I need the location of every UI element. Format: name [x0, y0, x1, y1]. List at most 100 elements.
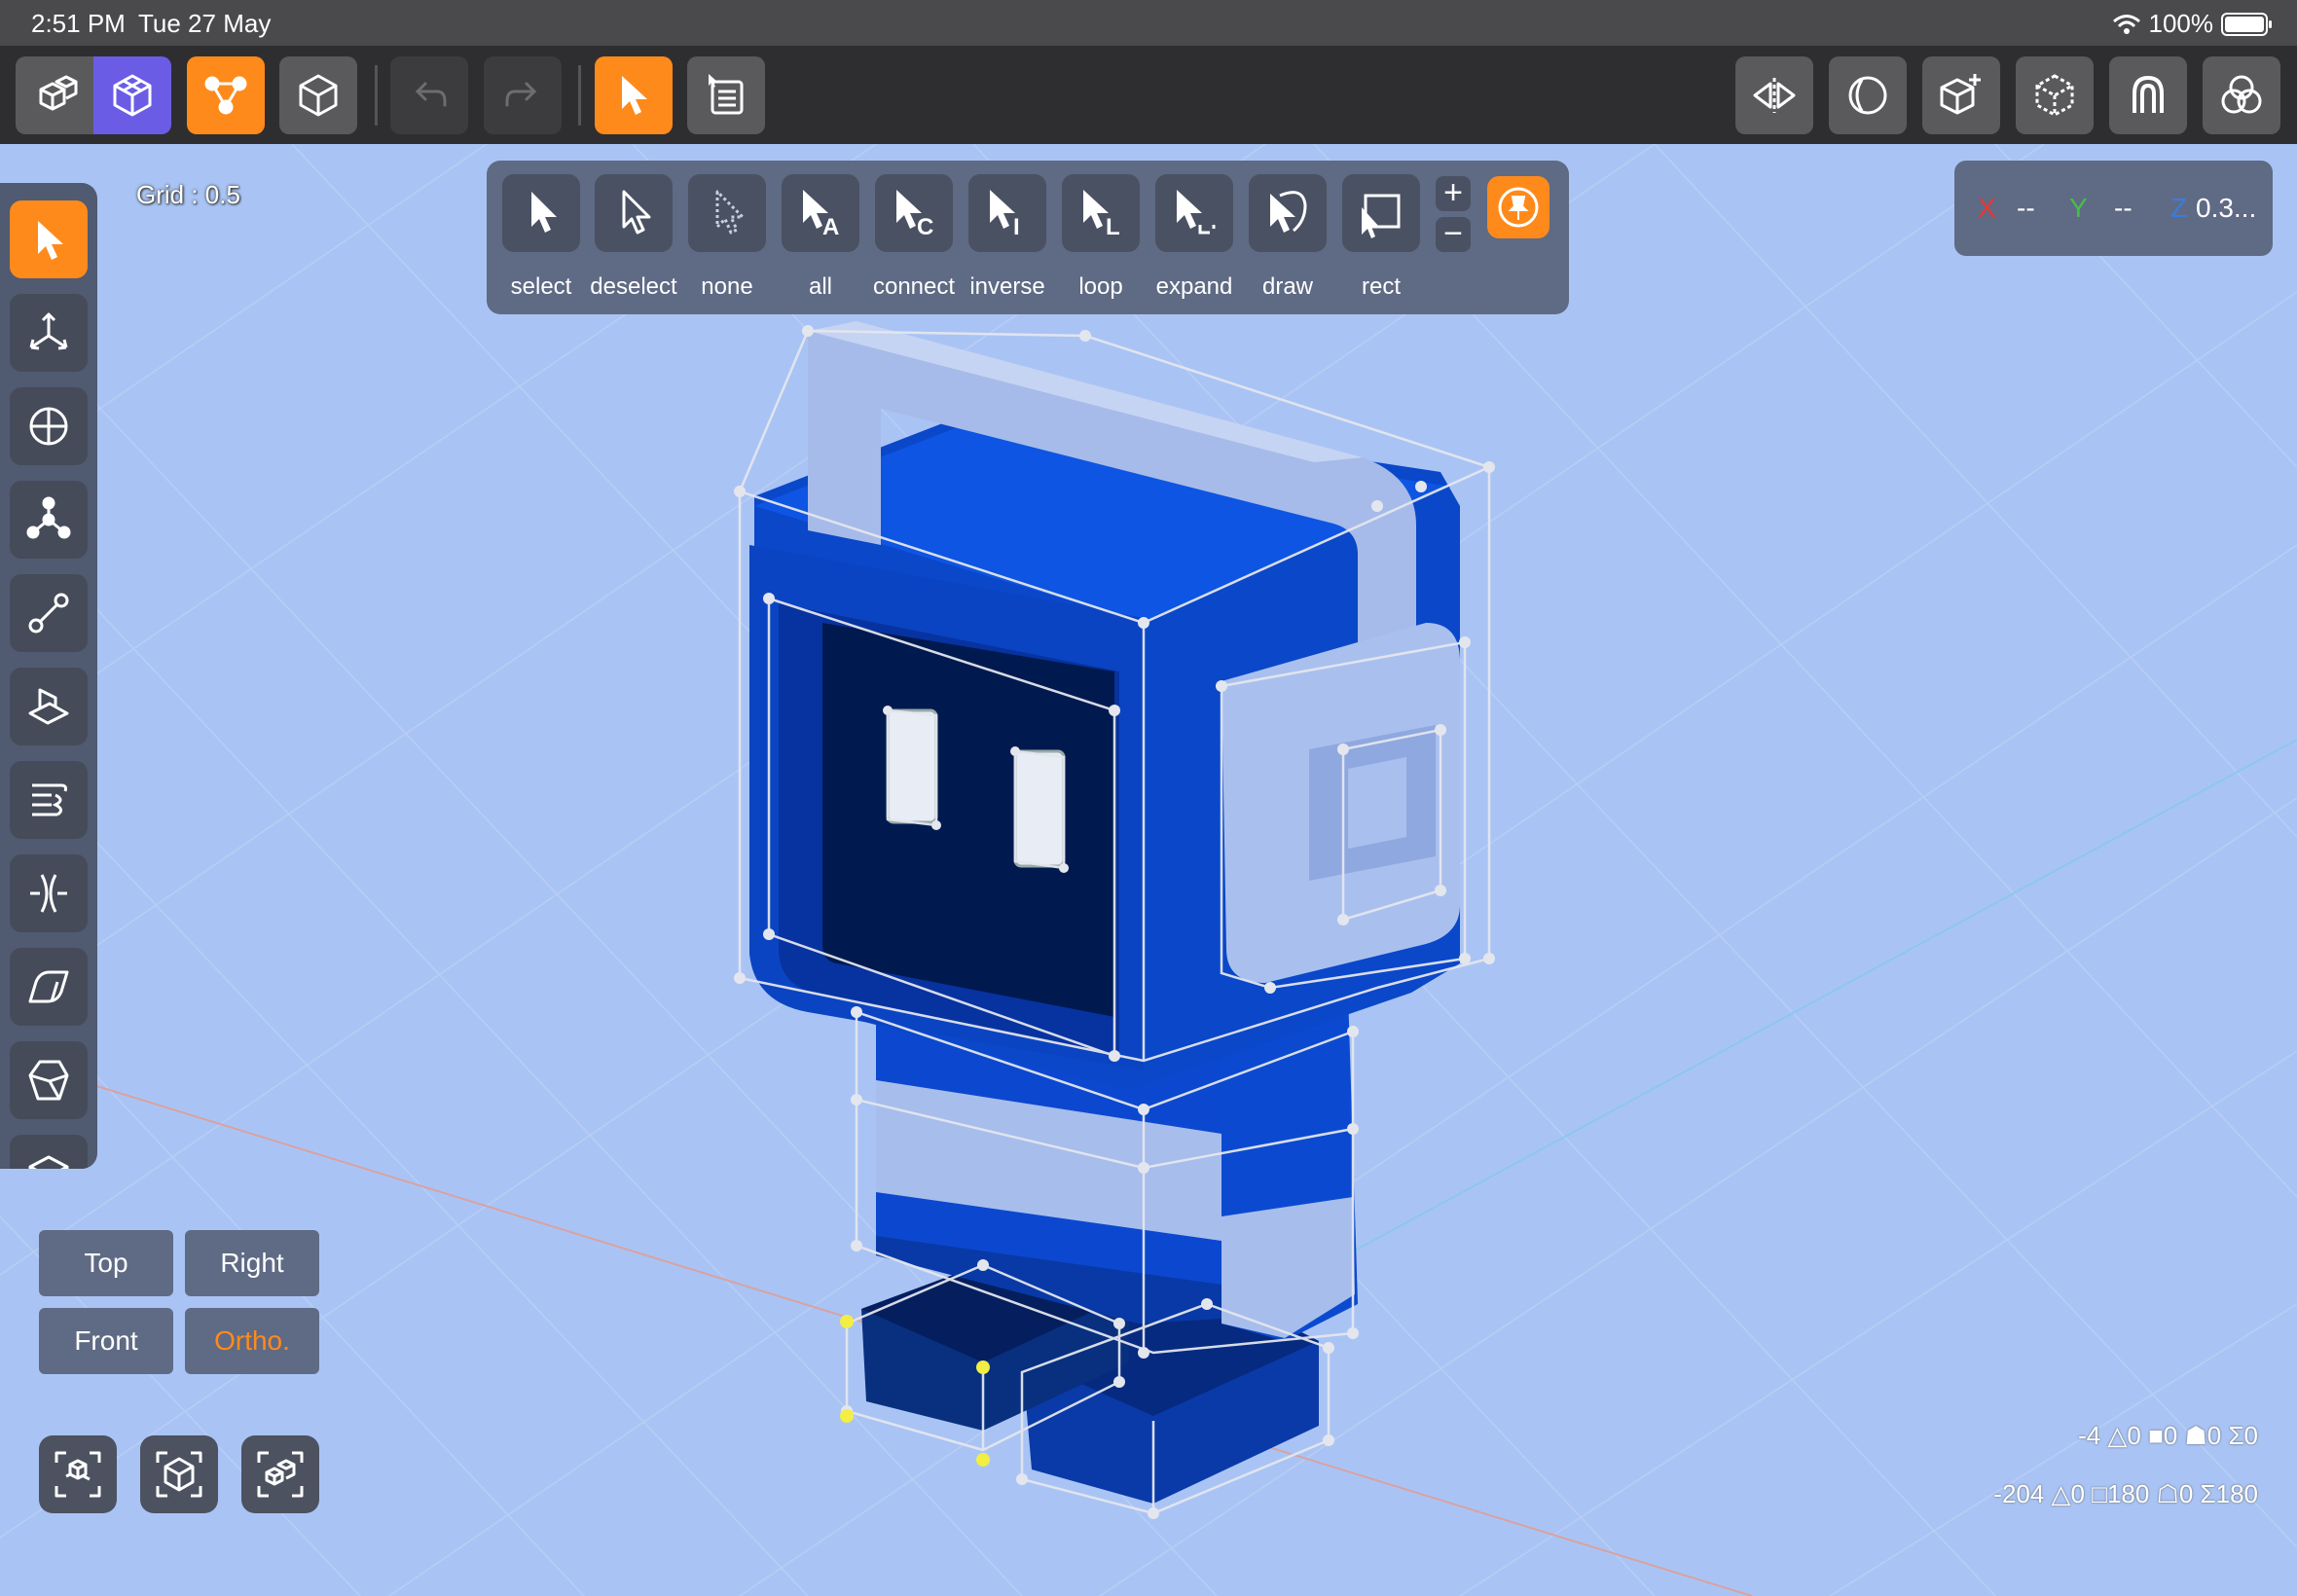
object-cube-button[interactable]: [279, 56, 357, 134]
face-tool[interactable]: [10, 668, 88, 745]
select-none-button[interactable]: none: [688, 174, 766, 300]
deselect-button[interactable]: deselect: [590, 174, 677, 300]
select-inverse-button[interactable]: I inverse: [968, 174, 1046, 300]
top-toolbar: [0, 46, 2297, 144]
overlap-circles-icon: [2221, 75, 2262, 114]
vertex-mode-button[interactable]: [187, 56, 265, 134]
select-button[interactable]: select: [502, 174, 580, 300]
x-label: X: [1978, 193, 1996, 223]
view-top-button[interactable]: Top: [39, 1230, 173, 1296]
list-tool[interactable]: [10, 761, 88, 839]
vertices-icon: [204, 76, 247, 115]
frame-cubes-icon: [257, 1451, 304, 1498]
object-mode-button[interactable]: [16, 56, 97, 134]
svg-text:I: I: [1013, 214, 1020, 240]
magnet-icon: [2133, 75, 2164, 113]
cursor-dashed-icon: [715, 190, 745, 235]
redo-icon: [505, 82, 537, 107]
selection-stats: -4 △0 ■0 ☗0 Σ0: [2078, 1421, 2258, 1450]
cubes-icon: [39, 75, 78, 111]
sphere-slice-icon: [1848, 76, 1887, 115]
more-tool[interactable]: [10, 1135, 88, 1169]
redo-button[interactable]: [484, 56, 562, 134]
magnet-button[interactable]: [2109, 56, 2187, 134]
camera-focus-button[interactable]: [39, 1435, 117, 1513]
edge-icon: [28, 593, 69, 634]
wifi-icon: [2112, 14, 2140, 34]
move-tool[interactable]: [10, 294, 88, 372]
grow-selection-button[interactable]: +: [1436, 176, 1471, 211]
cursor-i-icon: I: [990, 190, 1020, 240]
cursor-expand-icon: [1177, 190, 1216, 235]
mesh-cube-icon: [113, 74, 152, 117]
selection-toolbar: select deselect none A all C connect I i…: [487, 161, 1569, 314]
frame-cube-icon: [156, 1451, 202, 1498]
cursor-arrow-icon: [622, 76, 647, 115]
z-value: 0.3...: [2196, 193, 2257, 223]
cursor-rect-icon: [1362, 194, 1401, 238]
cursor-draw-icon: [1270, 191, 1307, 233]
mirror-button[interactable]: [1735, 56, 1813, 134]
vertex-star-icon: [26, 496, 71, 539]
svg-text:A: A: [822, 214, 839, 240]
face-extrude-icon: [28, 688, 69, 725]
y-label: Y: [2069, 193, 2088, 223]
select-connect-button[interactable]: C connect: [873, 174, 955, 300]
camera-frame-button[interactable]: [140, 1435, 218, 1513]
bevel-tool[interactable]: [10, 948, 88, 1026]
undo-button[interactable]: [390, 56, 468, 134]
add-object-button[interactable]: [1922, 56, 2000, 134]
svg-text:L: L: [1106, 214, 1120, 240]
cursor-outline-icon: [622, 190, 651, 235]
cursor-a-icon: A: [803, 190, 839, 240]
knife-tool[interactable]: [10, 854, 88, 932]
view-ortho-button[interactable]: Ortho.: [185, 1308, 319, 1374]
focus-cube-icon: [55, 1451, 101, 1498]
view-front-button[interactable]: Front: [39, 1308, 173, 1374]
select-tool-button[interactable]: [595, 56, 673, 134]
y-value: --: [2114, 193, 2133, 223]
camera-all-button[interactable]: [241, 1435, 319, 1513]
3d-viewport[interactable]: [0, 144, 2297, 1596]
svg-text:C: C: [917, 214, 933, 240]
dotted-cube-icon: [2035, 74, 2074, 117]
shrink-selection-button[interactable]: −: [1436, 217, 1471, 252]
right-eye: [1013, 749, 1066, 868]
view-right-button[interactable]: Right: [185, 1230, 319, 1296]
edge-tool[interactable]: [10, 574, 88, 652]
boolean-button[interactable]: [1829, 56, 1907, 134]
wireframe-button[interactable]: [2016, 56, 2094, 134]
overlap-button[interactable]: [2203, 56, 2280, 134]
pin-toolbar-button[interactable]: [1487, 176, 1550, 238]
select-loop-button[interactable]: L loop: [1062, 174, 1140, 300]
plane-icon: [28, 1155, 69, 1169]
undo-icon: [415, 82, 447, 107]
x-value: --: [2017, 193, 2035, 223]
selection-list-button[interactable]: [687, 56, 765, 134]
grid-label: Grid : 0.5: [136, 180, 240, 209]
list-icon: [709, 74, 744, 115]
cursor-arrow-icon: [531, 192, 557, 233]
status-bar: 2:51 PM Tue 27 May 100%: [0, 0, 2297, 46]
select-draw-button[interactable]: draw: [1249, 174, 1327, 300]
select-rect-button[interactable]: rect: [1342, 174, 1420, 300]
pin-icon: [1498, 187, 1539, 228]
z-label: Z: [2170, 193, 2188, 223]
select-expand-button[interactable]: expand: [1155, 174, 1233, 300]
move-axes-icon: [29, 312, 68, 350]
select-all-button[interactable]: A all: [782, 174, 859, 300]
battery-icon: [2221, 12, 2272, 36]
status-time: 2:51 PM: [31, 9, 126, 38]
viewport-scene: [0, 144, 2297, 1596]
vertex-tool[interactable]: [10, 481, 88, 559]
edit-mode-button[interactable]: [93, 56, 171, 134]
rotate-tool[interactable]: [10, 387, 88, 465]
select-tool[interactable]: [10, 200, 88, 278]
cursor-l-icon: L: [1083, 190, 1120, 240]
coordinates-panel[interactable]: X -- Y -- Z 0.3...: [1954, 161, 2273, 256]
toolbar-separator: [375, 65, 378, 126]
primitive-tool[interactable]: [10, 1041, 88, 1119]
battery-percent: 100%: [2148, 9, 2214, 38]
prism-icon: [28, 1060, 69, 1101]
globe-icon: [29, 407, 68, 446]
